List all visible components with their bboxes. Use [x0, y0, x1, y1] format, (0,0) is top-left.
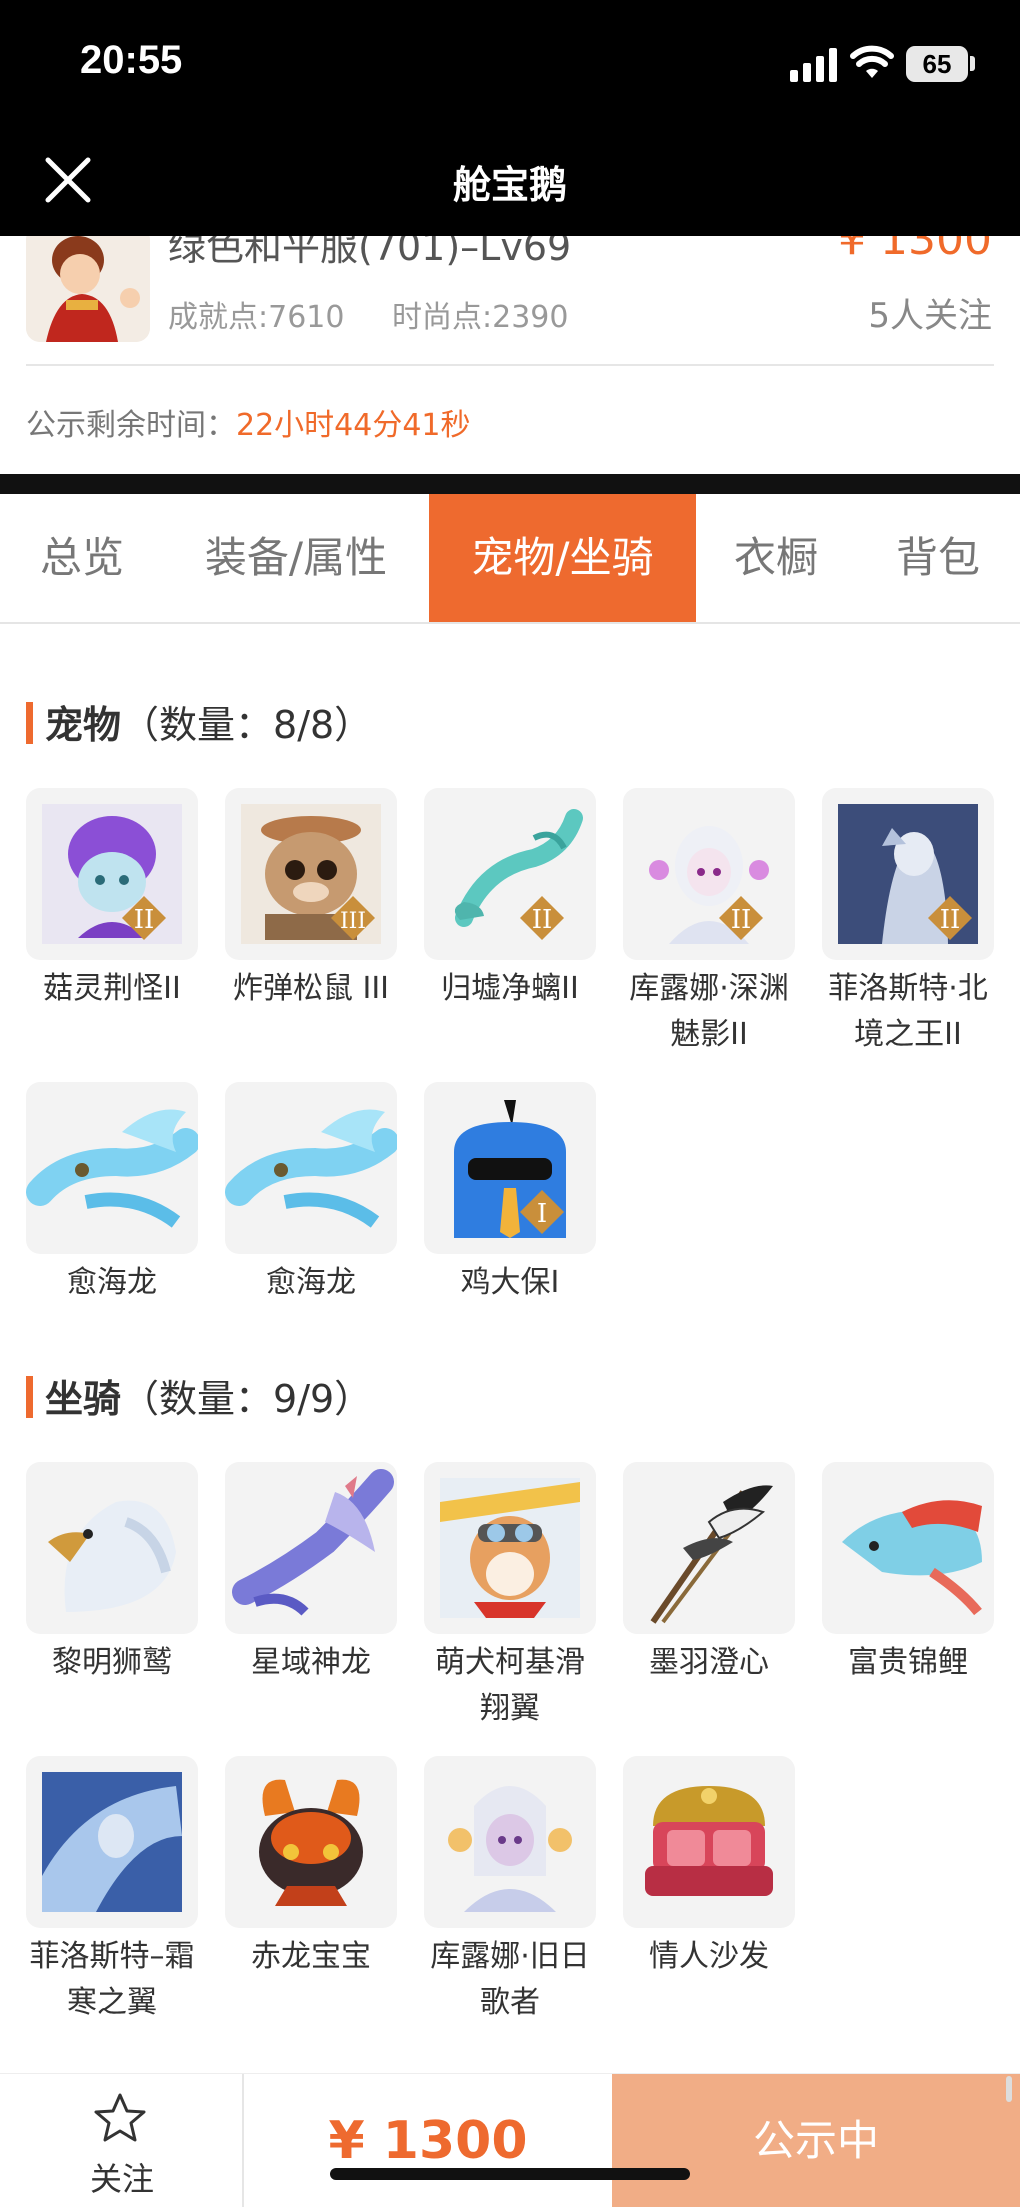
- role-name: 绿色和平服(701)–Lv69: [168, 236, 572, 269]
- tab-backpack[interactable]: 背包: [856, 494, 1020, 622]
- wifi-icon: [850, 45, 894, 78]
- battery-icon: 65: [906, 46, 968, 82]
- purple-mushroom-pet-icon: II: [26, 788, 198, 960]
- pet-name: 菇灵荆怪II: [43, 971, 181, 1006]
- role-summary: 绿色和平服(701)–Lv69 成就点:7610 时尚点:2390 ¥ 1300…: [0, 236, 1020, 474]
- tab-bar: 总览 装备/属性 宠物/坐骑 衣橱 背包: [0, 494, 1020, 624]
- pets-section-title: 宠物（数量：8/8）: [26, 694, 372, 749]
- bomb-squirrel-pet-icon: III: [225, 788, 397, 960]
- pet-card[interactable]: II 菲洛斯特·北境之王II: [822, 788, 994, 1058]
- mount-card[interactable]: 墨羽澄心: [623, 1462, 795, 1686]
- teal-dragon-pet-icon: II: [424, 788, 596, 960]
- follow-label: 关注: [89, 2160, 154, 2198]
- mount-card[interactable]: 星域神龙: [225, 1462, 397, 1686]
- pet-name: 归墟净螭II: [441, 971, 579, 1006]
- price-header: ¥ 1300: [838, 236, 992, 265]
- pet-name: 愈海龙: [266, 1265, 356, 1300]
- mounts-section-title: 坐骑（数量：9/9）: [26, 1368, 372, 1423]
- svg-text:I: I: [537, 1199, 547, 1229]
- nav-bar: 舱宝鹅: [0, 124, 1020, 236]
- follower-count: 5人关注: [868, 296, 992, 336]
- tab-overview[interactable]: 总览: [0, 494, 164, 622]
- pet-card[interactable]: III 炸弹松鼠 III: [225, 788, 397, 1012]
- status-time: 20:55: [80, 38, 183, 82]
- achievement-points: 成就点:7610: [168, 300, 345, 335]
- pet-name: 愈海龙: [67, 1265, 157, 1300]
- section-divider-bar: [0, 474, 1020, 494]
- love-sofa-mount-icon: [623, 1756, 795, 1928]
- pet-card[interactable]: II 归墟净螭II: [424, 788, 596, 1012]
- koi-mount-icon: [822, 1462, 994, 1634]
- mount-card[interactable]: 黎明狮鹫: [26, 1462, 198, 1686]
- frost-wing-mount-icon: [26, 1756, 198, 1928]
- mounts-count: （数量：9/9）: [121, 1377, 373, 1421]
- pets-title: 宠物: [45, 703, 122, 747]
- svg-text:II: II: [532, 905, 553, 935]
- mount-name: 墨羽澄心: [649, 1645, 769, 1680]
- cellular-signal-icon: [790, 48, 837, 82]
- home-indicator: [330, 2168, 690, 2180]
- mount-card[interactable]: 情人沙发: [623, 1756, 795, 1980]
- mount-name: 赤龙宝宝: [251, 1939, 371, 1974]
- mount-name: 星域神龙: [251, 1645, 371, 1680]
- svg-text:III: III: [340, 909, 366, 934]
- svg-text:II: II: [731, 905, 752, 935]
- mount-name: 菲洛斯特–霜寒之翼: [29, 1939, 195, 2020]
- pet-name: 库露娜·深渊魅影II: [629, 971, 789, 1052]
- tab-wardrobe[interactable]: 衣橱: [696, 494, 856, 622]
- pet-name: 炸弹松鼠 III: [232, 971, 390, 1006]
- tab-pets-mounts[interactable]: 宠物/坐骑: [429, 494, 696, 622]
- mount-name: 富贵锦鲤: [848, 1645, 968, 1680]
- mount-card[interactable]: 库露娜·旧日歌者: [424, 1756, 596, 2026]
- white-spirit-pet-icon: II: [623, 788, 795, 960]
- mount-name: 情人沙发: [649, 1939, 769, 1974]
- mount-name: 萌犬柯基滑翔翼: [435, 1645, 585, 1726]
- red-dragon-mount-icon: [225, 1756, 397, 1928]
- role-avatar: [26, 236, 150, 342]
- singer-mount-icon: [424, 1756, 596, 1928]
- price-footer: ¥ 1300: [328, 2111, 528, 2171]
- mounts-title: 坐骑: [45, 1377, 122, 1421]
- mount-card[interactable]: 菲洛斯特–霜寒之翼: [26, 1756, 198, 2026]
- pets-count: （数量：8/8）: [121, 703, 373, 747]
- frost-king-pet-icon: II: [822, 788, 994, 960]
- mount-card[interactable]: 富贵锦鲤: [822, 1462, 994, 1686]
- pet-card[interactable]: 愈海龙: [225, 1082, 397, 1306]
- star-icon: [94, 2093, 146, 2142]
- mount-name: 库露娜·旧日歌者: [430, 1939, 590, 2020]
- notice-label: 公示剩余时间：: [26, 408, 236, 443]
- notice-countdown: 公示剩余时间：22小时44分41秒: [26, 400, 471, 444]
- battery-tip: [970, 56, 975, 71]
- star-dragon-mount-icon: [225, 1462, 397, 1634]
- pet-card[interactable]: I 鸡大保I: [424, 1082, 596, 1306]
- divider: [26, 364, 994, 366]
- pet-name: 菲洛斯特·北境之王II: [828, 971, 988, 1052]
- pet-name: 鸡大保I: [460, 1265, 560, 1300]
- bottom-action-bar: 关注 ¥ 1300 公示中: [0, 2073, 1020, 2207]
- svg-text:II: II: [134, 905, 155, 935]
- mount-card[interactable]: 萌犬柯基滑翔翼: [424, 1462, 596, 1732]
- ink-feather-mount-icon: [623, 1462, 795, 1634]
- sea-dragon-pet-icon: [225, 1082, 397, 1254]
- page-title: 舱宝鹅: [452, 163, 567, 207]
- scroll-indicator: [1006, 2076, 1012, 2102]
- mount-card[interactable]: 赤龙宝宝: [225, 1756, 397, 1980]
- public-status-button[interactable]: 公示中: [612, 2074, 1020, 2207]
- pet-card[interactable]: 愈海龙: [26, 1082, 198, 1306]
- tab-equipment[interactable]: 装备/属性: [164, 494, 428, 622]
- svg-text:II: II: [940, 905, 961, 935]
- follow-button[interactable]: 关注: [0, 2074, 244, 2207]
- pet-card[interactable]: II 菇灵荆怪II: [26, 788, 198, 1012]
- status-bar: 20:55 65: [0, 0, 1020, 124]
- corgi-glider-mount-icon: [424, 1462, 596, 1634]
- sea-dragon-pet-icon: [26, 1082, 198, 1254]
- blue-chick-pet-icon: I: [424, 1082, 596, 1254]
- fashion-points: 时尚点:2390: [392, 300, 569, 335]
- gryphon-mount-icon: [26, 1462, 198, 1634]
- notice-time: 22小时44分41秒: [236, 408, 471, 443]
- pet-card[interactable]: II 库露娜·深渊魅影II: [623, 788, 795, 1058]
- mount-name: 黎明狮鹫: [52, 1645, 172, 1680]
